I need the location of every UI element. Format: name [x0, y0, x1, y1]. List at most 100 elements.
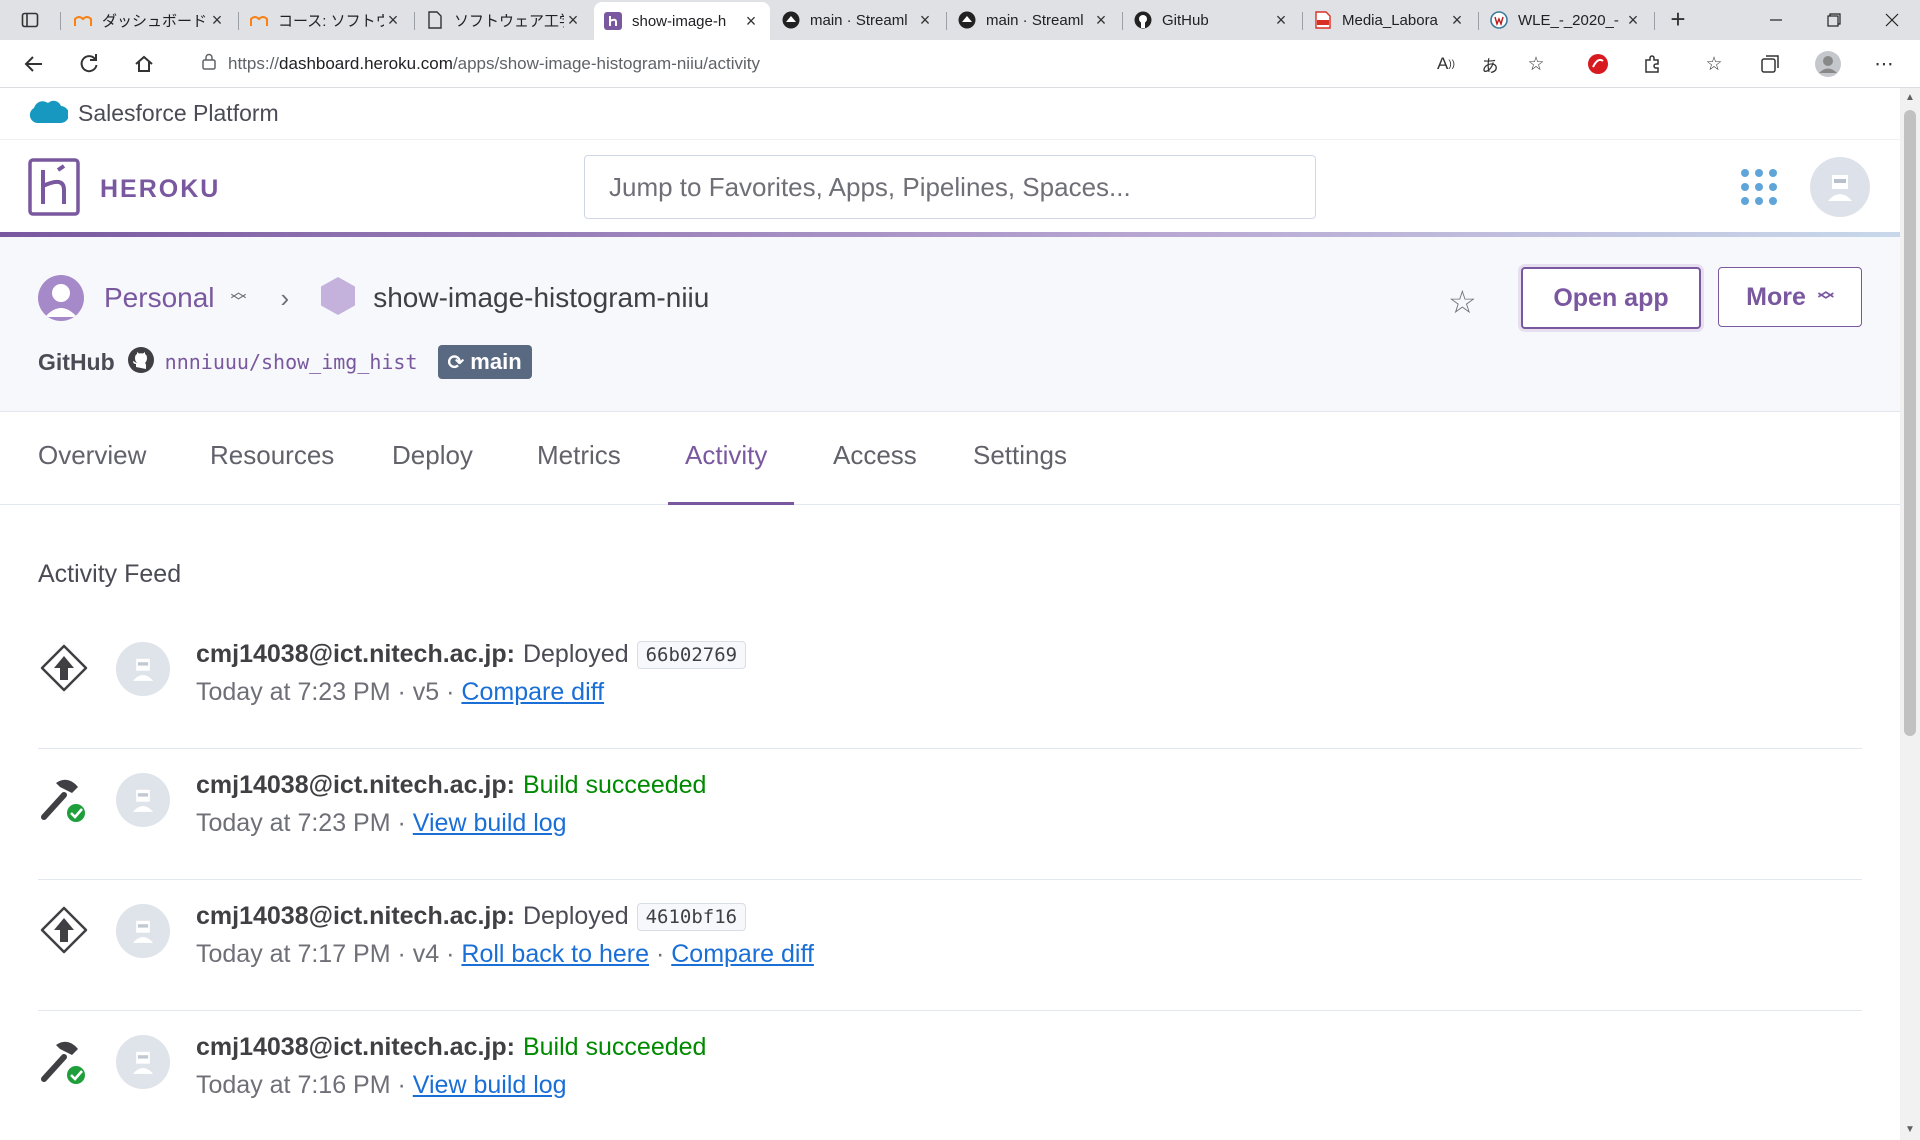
user-avatar[interactable]	[1810, 157, 1870, 217]
extensions-icon[interactable]	[1636, 48, 1668, 80]
close-icon[interactable]: ×	[564, 10, 582, 31]
url-host: dashboard.heroku.com	[279, 54, 453, 73]
more-button[interactable]: More ︿ ﹀	[1718, 267, 1862, 327]
tab-deploy[interactable]: Deploy	[392, 440, 473, 471]
url-field[interactable]: https://dashboard.heroku.com/apps/show-i…	[180, 46, 1470, 82]
avatar	[116, 773, 170, 827]
translate-icon[interactable]: あ	[1474, 48, 1506, 80]
roll-back-link[interactable]: Roll back to here	[461, 940, 649, 968]
activity-time: Today at 7:16 PM	[196, 1071, 391, 1099]
chevron-right-icon: ›	[280, 282, 290, 313]
back-icon[interactable]	[18, 48, 50, 80]
build-status: Build succeeded	[522, 1033, 707, 1061]
activity-action: Deployed	[522, 902, 629, 930]
browser-tab[interactable]: main · Streaml ×	[772, 4, 944, 36]
browser-tab[interactable]: WLE_-_2020_- ×	[1480, 4, 1652, 36]
heroku-logo[interactable]: HEROKU	[28, 158, 220, 221]
tab-overview[interactable]: Overview	[38, 440, 146, 471]
home-icon[interactable]	[128, 48, 160, 80]
github-icon	[127, 346, 155, 379]
browser-tab[interactable]: コース: ソフトウェ ×	[240, 4, 412, 36]
page-scrollbar[interactable]: ▲ ▼	[1900, 88, 1920, 1140]
browser-tab[interactable]: ソフトウェア工学 ×	[416, 4, 592, 36]
heroku-header: HEROKU Jump to Favorites, Apps, Pipeline…	[0, 140, 1900, 234]
search-input[interactable]: Jump to Favorites, Apps, Pipelines, Spac…	[584, 155, 1316, 219]
browser-tab-title: コース: ソフトウェ	[278, 12, 384, 30]
wiki-icon	[1490, 11, 1508, 29]
activity-user: cmj14038@ict.nitech.ac.jp:	[196, 1033, 515, 1061]
compare-diff-link[interactable]: Compare diff	[671, 940, 814, 968]
restore-icon[interactable]	[1806, 0, 1862, 40]
activity-meta: Today at 7:23 PM · View build log	[196, 809, 567, 837]
browser-tab-strip: ダッシュボード × コース: ソフトウェ × ソフトウェア工学 × show-i…	[0, 0, 1920, 40]
browser-tab[interactable]: GitHub ×	[1124, 4, 1300, 36]
build-status: Build succeeded	[522, 771, 707, 799]
close-icon[interactable]: ×	[1092, 10, 1110, 31]
url-prefix: https://	[228, 54, 280, 73]
scroll-up-icon[interactable]: ▲	[1904, 92, 1916, 104]
activity-time: Today at 7:23 PM	[196, 678, 391, 706]
close-window-icon[interactable]	[1864, 0, 1920, 40]
open-app-button[interactable]: Open app	[1521, 267, 1701, 329]
chevron-updown-icon[interactable]: ︿ ﹀	[231, 285, 247, 311]
github-repo-link[interactable]: nnniuuu/show_img_hist	[165, 350, 418, 374]
activity-action: Deployed	[522, 640, 629, 668]
tab-access[interactable]: Access	[833, 440, 917, 471]
favorites-icon[interactable]: ☆	[1698, 48, 1730, 80]
close-icon[interactable]: ×	[1448, 10, 1466, 31]
salesforce-bar: Salesforce Platform	[0, 88, 1900, 140]
branch-badge: ⟳ main	[437, 345, 532, 379]
compare-diff-link[interactable]: Compare diff	[461, 678, 604, 706]
add-favorite-icon[interactable]: ☆	[1520, 48, 1552, 80]
branch-name: main	[470, 349, 522, 374]
app-name: show-image-histogram-niiu	[373, 282, 710, 313]
new-tab-icon[interactable]: +	[1664, 6, 1692, 34]
menu-dots-icon[interactable]: ⋯	[1868, 48, 1900, 80]
browser-tab[interactable]: Media_Labora ×	[1304, 4, 1476, 36]
activity-summary: cmj14038@ict.nitech.ac.jp: Build succeed…	[196, 1033, 706, 1062]
tab-activity[interactable]: Activity	[685, 440, 767, 471]
view-build-log-link[interactable]: View build log	[413, 1071, 567, 1099]
browser-tab[interactable]: ダッシュボード ×	[64, 4, 236, 36]
activity-item: cmj14038@ict.nitech.ac.jp: Build succeed…	[38, 1011, 1862, 1140]
activity-summary: cmj14038@ict.nitech.ac.jp: Deployed 4610…	[196, 902, 747, 931]
close-icon[interactable]: ×	[1624, 10, 1642, 31]
browser-tab[interactable]: main · Streaml ×	[948, 4, 1120, 36]
close-icon[interactable]: ×	[916, 10, 934, 31]
close-icon[interactable]: ×	[208, 10, 226, 31]
browser-tab-active[interactable]: show-image-h ×	[594, 2, 770, 40]
tab-actions-icon[interactable]	[14, 4, 46, 36]
read-aloud-icon[interactable]: A))	[1430, 48, 1462, 80]
browser-tab-title: GitHub	[1162, 11, 1209, 29]
github-icon	[1134, 11, 1152, 29]
close-icon[interactable]: ×	[384, 10, 402, 31]
scrollbar-thumb[interactable]	[1904, 110, 1916, 736]
apps-grid-icon[interactable]	[1740, 168, 1778, 206]
sync-icon: ⟳	[447, 351, 465, 374]
github-label: GitHub	[38, 348, 115, 375]
refresh-icon[interactable]	[73, 48, 105, 80]
streamlit-icon	[958, 11, 976, 29]
profile-icon[interactable]	[1812, 48, 1844, 80]
activity-item: cmj14038@ict.nitech.ac.jp: Build succeed…	[38, 749, 1862, 880]
extension-red-icon[interactable]	[1582, 48, 1614, 80]
account-switcher[interactable]: Personal	[104, 282, 215, 314]
favorite-star-icon[interactable]: ☆	[1448, 283, 1477, 321]
tab-resources[interactable]: Resources	[210, 440, 334, 471]
close-icon[interactable]: ×	[1272, 10, 1290, 31]
browser-tab-title: WLE_-_2020_-	[1518, 11, 1619, 29]
minimize-icon[interactable]	[1748, 0, 1804, 40]
lock-icon	[202, 53, 216, 75]
browser-tab-title: main · Streaml	[986, 11, 1084, 29]
build-hammer-icon	[38, 1035, 90, 1087]
close-icon[interactable]: ×	[742, 11, 760, 32]
avatar	[116, 642, 170, 696]
collections-icon[interactable]	[1754, 48, 1786, 80]
view-build-log-link[interactable]: View build log	[413, 809, 567, 837]
avatar	[116, 1035, 170, 1089]
tab-metrics[interactable]: Metrics	[537, 440, 621, 471]
tab-settings[interactable]: Settings	[973, 440, 1067, 471]
heroku-logo-icon	[28, 158, 80, 221]
scroll-down-icon[interactable]: ▼	[1904, 1124, 1916, 1136]
browser-tab-title: main · Streaml	[810, 11, 908, 29]
